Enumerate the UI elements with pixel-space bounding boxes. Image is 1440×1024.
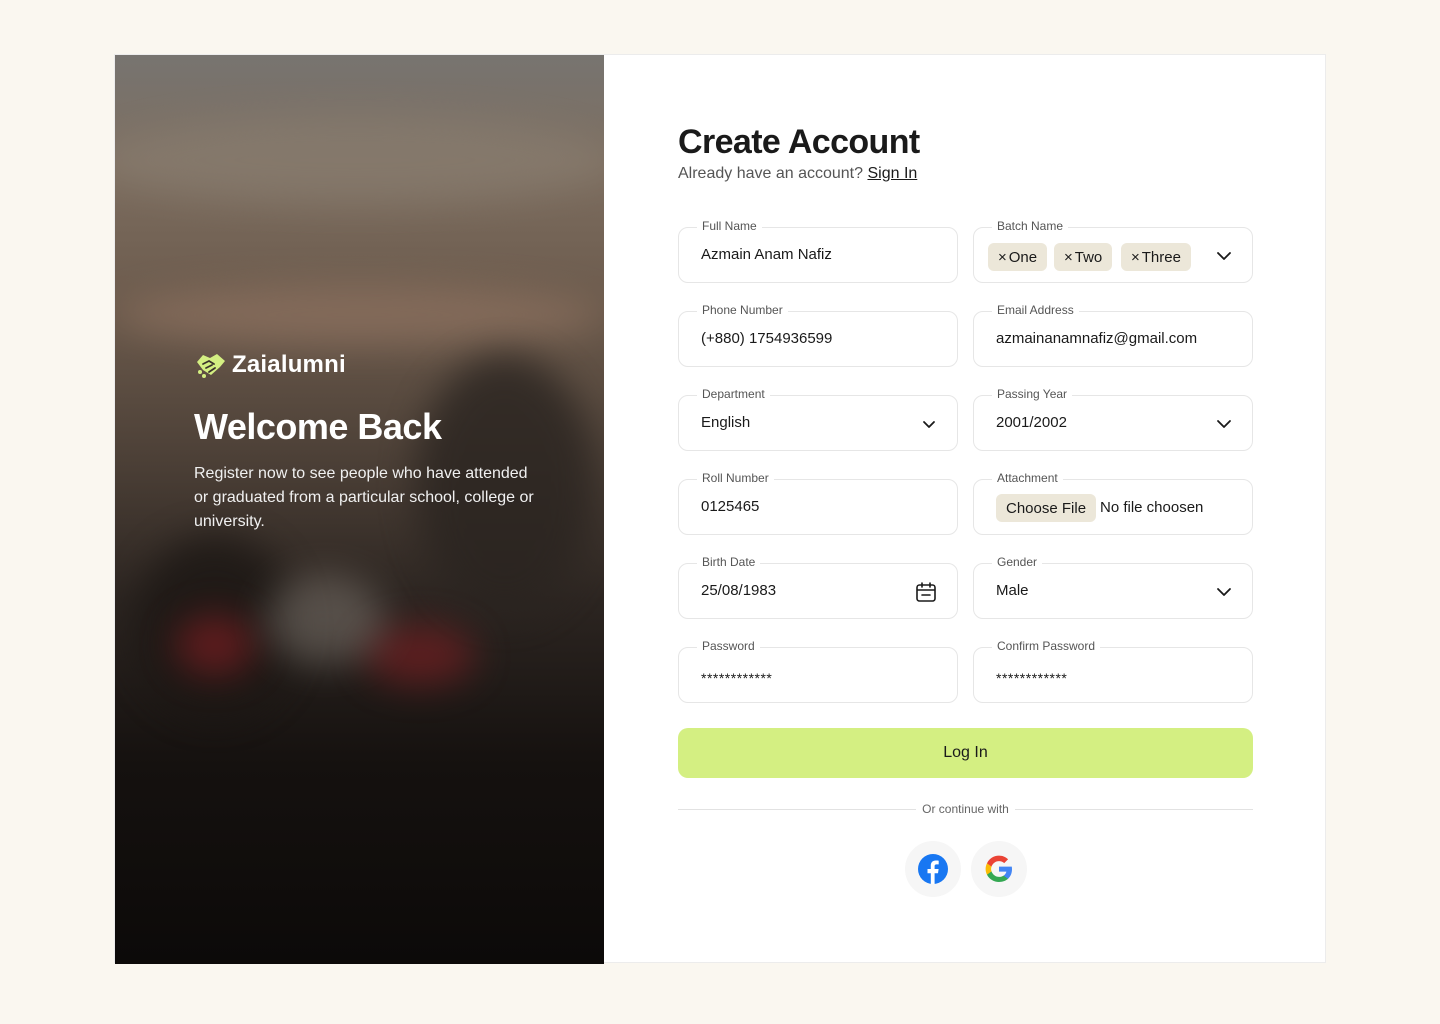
page-title: Create Account	[678, 123, 920, 161]
passing-year-select[interactable]: Passing Year 2001/2002	[973, 387, 1253, 451]
remove-chip-icon[interactable]: ×	[1131, 249, 1140, 266]
brand-name: Zaialumni	[232, 351, 346, 378]
google-icon	[985, 855, 1012, 882]
hero-description: Register now to see people who have atte…	[194, 465, 534, 530]
gender-value: Male	[996, 582, 1029, 599]
full-name-label: Full Name	[697, 219, 762, 233]
facebook-login-button[interactable]	[905, 841, 961, 897]
birth-date-value: 25/08/1983	[701, 582, 777, 599]
batch-chip-label: One	[1008, 248, 1038, 266]
attachment-field: Attachment Choose File No file choosen	[973, 471, 1253, 535]
email-value: azmainanamnafiz@gmail.com	[996, 330, 1198, 347]
batch-name-select[interactable]: Batch Name × One × Two × Three	[973, 219, 1253, 283]
gender-select[interactable]: Gender Male	[973, 555, 1253, 619]
phone-label: Phone Number	[697, 303, 788, 317]
department-select[interactable]: Department English	[678, 387, 958, 451]
remove-chip-icon[interactable]: ×	[1064, 249, 1073, 266]
email-field[interactable]: Email Address azmainanamnafiz@gmail.com	[973, 303, 1253, 367]
hero-title: Welcome Back	[194, 406, 442, 447]
signin-link[interactable]: Sign In	[867, 165, 917, 182]
batch-name-label: Batch Name	[992, 219, 1069, 233]
social-divider: Or continue with	[678, 800, 1253, 820]
roll-number-value: 0125465	[701, 498, 760, 515]
facebook-icon	[918, 854, 948, 884]
department-value: English	[701, 414, 751, 431]
full-name-field[interactable]: Full Name Azmain Anam Nafiz	[678, 219, 958, 283]
confirm-password-value: ************	[996, 670, 1068, 686]
chevron-down-icon[interactable]	[1214, 582, 1234, 602]
remove-chip-icon[interactable]: ×	[998, 249, 1007, 266]
brand-logo: Zaialumni	[194, 350, 534, 380]
roll-number-label: Roll Number	[697, 471, 774, 485]
confirm-password-label: Confirm Password	[992, 639, 1101, 653]
batch-chip-label: Three	[1141, 248, 1181, 266]
email-label: Email Address	[992, 303, 1079, 317]
roll-number-field[interactable]: Roll Number 0125465	[678, 471, 958, 535]
passing-year-value: 2001/2002	[996, 414, 1067, 431]
chevron-down-icon[interactable]	[1214, 246, 1234, 266]
phone-field[interactable]: Phone Number (+880) 1754936599	[678, 303, 958, 367]
phone-value: (+880) 1754936599	[701, 330, 833, 347]
password-value: ************	[701, 670, 773, 686]
hero-panel: Zaialumni Welcome Back Register now to s…	[115, 55, 604, 964]
google-login-button[interactable]	[971, 841, 1027, 897]
department-label: Department	[697, 387, 770, 401]
birth-date-field[interactable]: Birth Date 25/08/1983	[678, 555, 958, 619]
handshake-logo-icon	[197, 354, 225, 378]
login-button[interactable]: Log In	[678, 728, 1253, 778]
gender-label: Gender	[992, 555, 1043, 569]
choose-file-button[interactable]: Choose File	[996, 494, 1097, 522]
batch-chip[interactable]: × Two	[1054, 243, 1113, 271]
birth-date-label: Birth Date	[697, 555, 761, 569]
calendar-icon[interactable]	[915, 581, 937, 603]
signin-prompt-text: Already have an account?	[678, 165, 864, 182]
attachment-label: Attachment	[992, 471, 1063, 485]
full-name-value: Azmain Anam Nafiz	[701, 246, 832, 263]
divider-text: Or continue with	[916, 802, 1015, 816]
file-status: No file choosen	[1100, 499, 1204, 516]
chevron-down-icon[interactable]	[919, 414, 939, 434]
chevron-down-icon[interactable]	[1214, 414, 1234, 434]
batch-chip[interactable]: × Three	[1121, 243, 1191, 271]
passing-year-label: Passing Year	[992, 387, 1073, 401]
batch-chip[interactable]: × One	[988, 243, 1048, 271]
auth-card: Zaialumni Welcome Back Register now to s…	[114, 54, 1326, 964]
confirm-password-field[interactable]: Confirm Password ************	[973, 639, 1253, 703]
password-field[interactable]: Password ************	[678, 639, 958, 703]
password-label: Password	[697, 639, 760, 653]
hero-content: Zaialumni Welcome Back Register now to s…	[194, 350, 534, 534]
signin-prompt: Already have an account? Sign In	[678, 165, 917, 183]
batch-chip-label: Two	[1074, 248, 1103, 266]
